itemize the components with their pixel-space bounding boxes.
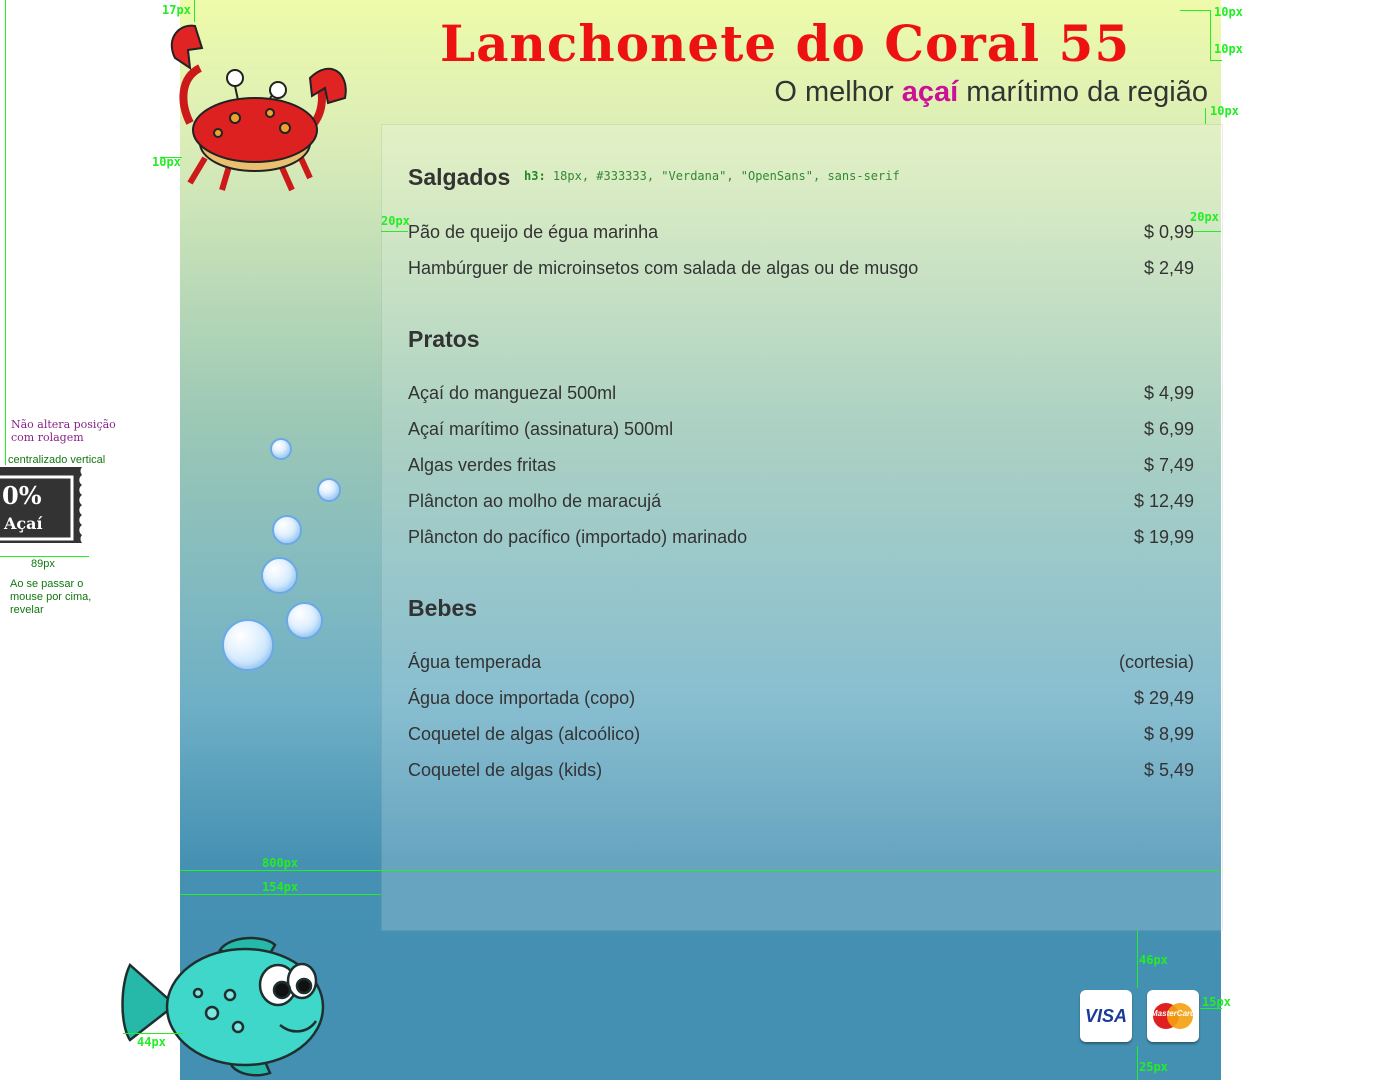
bubble-icon	[317, 478, 341, 502]
bubble-icon	[286, 602, 323, 639]
measure-154: 154px	[262, 880, 299, 894]
menu-item: Açaí do manguezal 500ml $ 4,99	[408, 383, 1194, 404]
item-price: $ 8,99	[1143, 724, 1194, 744]
visa-card: VISA	[1080, 990, 1132, 1042]
measure-10: 10px	[1214, 42, 1243, 56]
mastercard-label: MasterCard	[1151, 1009, 1196, 1018]
measure-20: 20px	[381, 214, 410, 228]
measure-15: 15px	[1202, 995, 1231, 1009]
measure-line	[194, 0, 195, 22]
measure-line	[1137, 1046, 1138, 1080]
item-name: Algas verdes fritas	[408, 455, 557, 475]
h3-tag: h3:	[524, 169, 546, 183]
item-price: $ 5,49	[1143, 760, 1194, 780]
menu-item: Hambúrguer de microinsetos com salada de…	[408, 258, 1194, 279]
measure-line	[1210, 10, 1211, 60]
item-price: $ 4,99	[1143, 383, 1194, 403]
item-price: $ 12,49	[1133, 491, 1194, 511]
page-title: Lanchonete do Coral 55	[440, 14, 1131, 73]
item-price: $ 7,49	[1143, 455, 1194, 475]
measure-17: 17px	[162, 3, 191, 17]
item-name: Hambúrguer de microinsetos com salada de…	[408, 258, 919, 278]
item-name: Plâncton ao molho de maracujá	[408, 491, 662, 511]
measure-10: 10px	[1210, 104, 1239, 118]
menu-item: Plâncton ao molho de maracujá $ 12,49	[408, 491, 1194, 512]
section-title-pratos: Pratos	[408, 326, 480, 352]
item-name: Água temperada	[408, 652, 542, 672]
item-name: Plâncton do pacífico (importado) marinad…	[408, 527, 748, 547]
item-name: Pão de queijo de égua marinha	[408, 222, 659, 242]
measure-line	[180, 870, 1221, 871]
measure-line	[123, 1033, 183, 1034]
item-name: Água doce importada (copo)	[408, 688, 636, 708]
measure-line	[0, 556, 89, 557]
measure-46: 46px	[1139, 953, 1168, 967]
measure-line	[1180, 10, 1210, 11]
page-subtitle: O melhor açaí marítimo da região	[774, 76, 1208, 109]
measure-800: 800px	[262, 856, 299, 870]
menu-item: Coquetel de algas (kids) $ 5,49	[408, 760, 1194, 781]
measure-10: 10px	[1214, 5, 1243, 19]
hover-reveal-note: Ao se passar o mouse por cima, revelar	[10, 578, 92, 616]
measure-25: 25px	[1139, 1060, 1168, 1074]
menu-item: Coquetel de algas (alcoólico) $ 8,99	[408, 724, 1194, 745]
menu-item: Água doce importada (copo) $ 29,49	[408, 688, 1194, 709]
h3-spec: 18px, #333333, "Verdana", "OpenSans", sa…	[552, 169, 900, 183]
measure-44: 44px	[137, 1035, 166, 1049]
coupon-ticket[interactable]: 0% Açaí	[0, 467, 89, 551]
measure-10: 10px	[152, 155, 181, 169]
item-name: Açaí do manguezal 500ml	[408, 383, 617, 403]
item-name: Coquetel de algas (alcoólico)	[408, 724, 641, 744]
mastercard-card: MasterCard	[1147, 990, 1199, 1042]
item-price: $ 19,99	[1133, 527, 1194, 547]
bubble-icon	[222, 619, 274, 671]
measure-line	[180, 894, 381, 895]
visa-icon: VISA	[1084, 1005, 1127, 1026]
item-price: $ 2,49	[1143, 258, 1194, 278]
fixed-position-note: Não altera posição com rolagem	[11, 418, 116, 444]
bubble-icon	[270, 438, 292, 460]
item-price: $ 6,99	[1143, 419, 1194, 439]
subtitle-post: marítimo da região	[958, 76, 1208, 108]
measure-line	[1137, 930, 1138, 988]
coupon-percent: 0%	[2, 481, 42, 510]
section-title-salgados: Salgados	[408, 164, 511, 190]
subtitle-accent: açaí	[901, 76, 959, 108]
item-price: (cortesia)	[1118, 652, 1194, 672]
measure-line	[381, 231, 408, 232]
menu-item: Água temperada (cortesia)	[408, 652, 1194, 673]
menu-item: Pão de queijo de égua marinha $ 0,99	[408, 222, 1194, 243]
coupon-label: Açaí	[4, 514, 43, 533]
menu-item: Algas verdes fritas $ 7,49	[408, 455, 1194, 476]
item-price: $ 0,99	[1143, 222, 1194, 242]
menu-item: Açaí marítimo (assinatura) 500ml $ 6,99	[408, 419, 1194, 440]
h3-spec-note: h3: 18px, #333333, "Verdana", "OpenSans"…	[524, 169, 900, 183]
section-title-bebes: Bebes	[408, 595, 478, 621]
item-name: Açaí marítimo (assinatura) 500ml	[408, 419, 674, 439]
measure-line	[1205, 108, 1206, 124]
measure-89: 89px	[31, 558, 55, 570]
vertical-center-note: centralizado vertical	[8, 454, 106, 466]
subtitle-pre: O melhor	[774, 76, 902, 108]
bubble-icon	[261, 557, 298, 594]
item-price: $ 29,49	[1133, 688, 1194, 708]
measure-line	[1194, 231, 1221, 232]
crab-icon	[170, 24, 347, 192]
fish-icon	[121, 936, 325, 1077]
item-name: Coquetel de algas (kids)	[408, 760, 603, 780]
menu-item: Plâncton do pacífico (importado) marinad…	[408, 527, 1194, 548]
measure-line	[1210, 60, 1222, 61]
bubble-icon	[272, 515, 302, 545]
guide-line	[5, 0, 6, 465]
measure-20: 20px	[1190, 210, 1219, 224]
